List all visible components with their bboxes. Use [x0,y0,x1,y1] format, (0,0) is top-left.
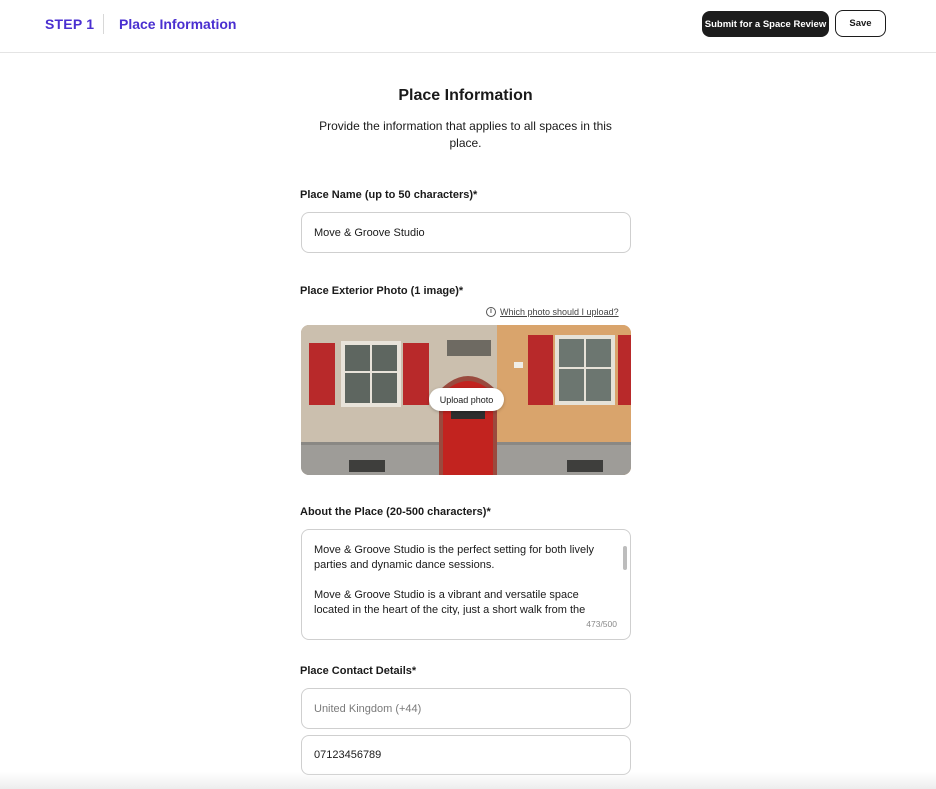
upload-photo-button[interactable]: Upload photo [429,388,504,411]
page-subtitle: Provide the information that applies to … [319,119,612,150]
about-place-label: About the Place (20-500 characters)* [300,506,491,518]
photo-help-link-text: Which photo should I upload? [500,307,619,317]
info-icon: i [486,307,496,317]
header-divider [103,14,104,34]
country-code-select[interactable] [301,688,631,729]
about-place-text[interactable]: Move & Groove Studio is the perfect sett… [314,543,614,615]
about-place-textarea[interactable]: Move & Groove Studio is the perfect sett… [301,529,631,640]
submit-for-review-button[interactable]: Submit for a Space Review [702,11,829,37]
contact-details-label: Place Contact Details* [300,665,417,677]
save-button[interactable]: Save [835,10,886,37]
character-counter: 473/500 [586,619,617,629]
page-title: Place Information [398,87,533,104]
step-title: Place Information [119,16,237,32]
textarea-scrollbar[interactable] [623,546,627,570]
top-bar: STEP 1 Place Information Submit for a Sp… [0,0,936,53]
step-label: STEP 1 [45,16,95,32]
exterior-photo-label: Place Exterior Photo (1 image)* [300,285,464,297]
phone-number-input[interactable] [301,735,631,775]
bottom-fade [0,772,936,789]
place-name-label: Place Name (up to 50 characters)* [300,189,478,201]
photo-help-link[interactable]: i Which photo should I upload? [486,307,619,317]
place-name-input[interactable] [301,212,631,253]
